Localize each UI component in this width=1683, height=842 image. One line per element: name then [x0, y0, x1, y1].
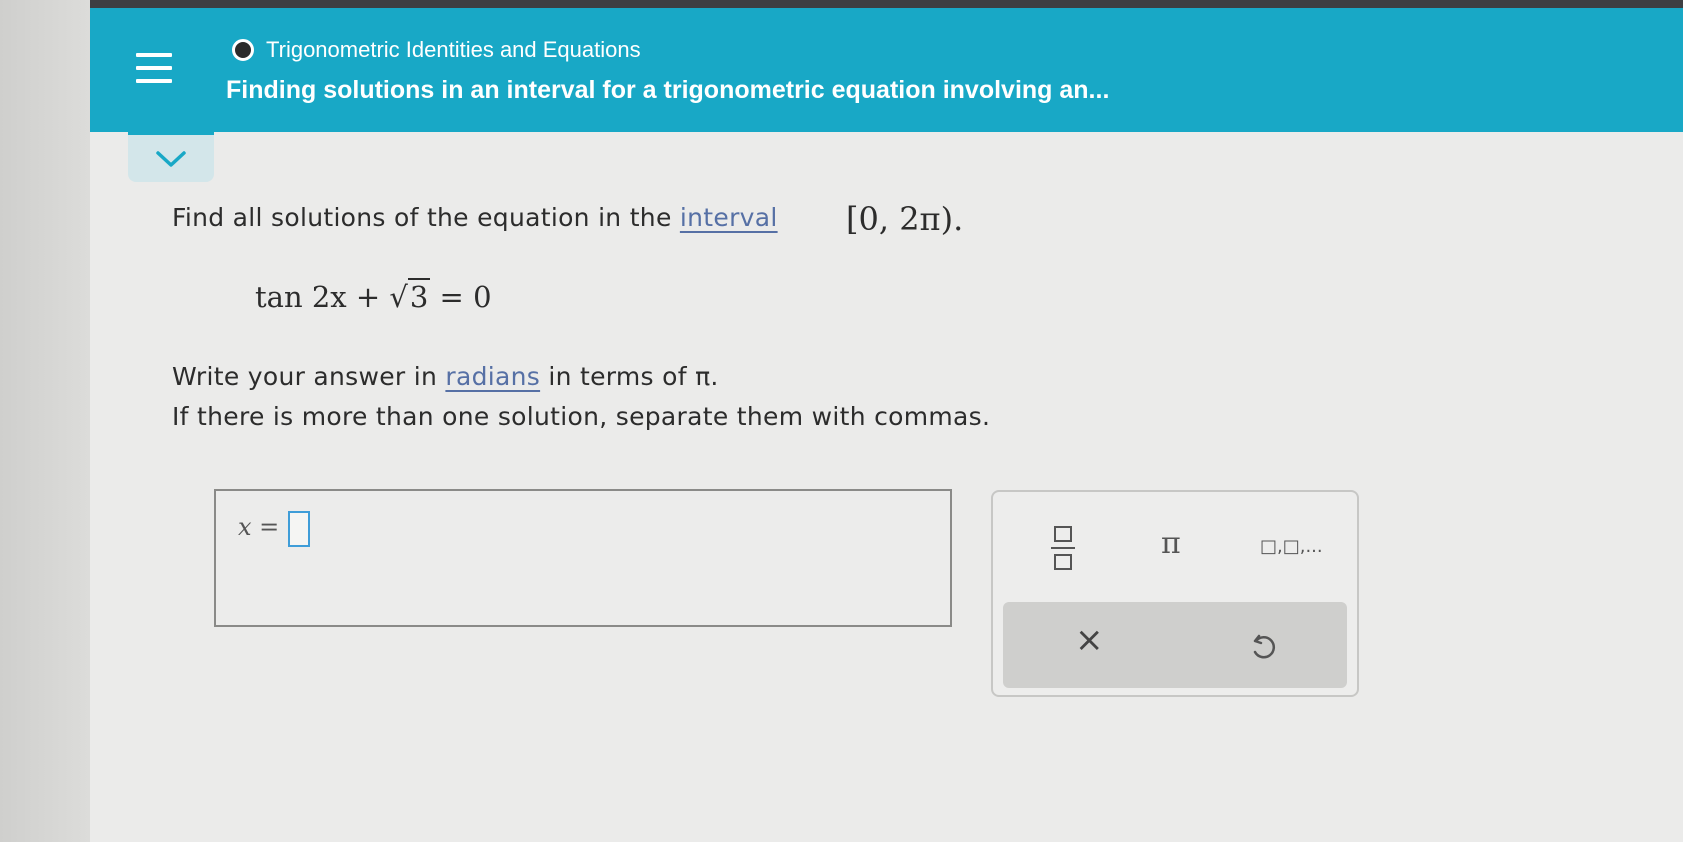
instruction-line-1: Write your answer in radians in terms of… [172, 362, 719, 391]
interval-link[interactable]: interval [680, 203, 778, 232]
answer-box[interactable]: x = [214, 489, 952, 627]
list-button[interactable]: □,□,... [1260, 536, 1323, 557]
radians-link[interactable]: radians [445, 362, 540, 391]
action-row: × [1003, 602, 1347, 688]
equation-radicand: 3 [407, 278, 431, 314]
header-bar [90, 8, 1683, 132]
pi-button[interactable]: π [1161, 526, 1181, 561]
answer-input[interactable] [288, 511, 310, 547]
collapse-button[interactable] [128, 132, 214, 182]
equation: tan 2x + √3 = 0 [255, 278, 492, 314]
equation-left: tan 2x + [255, 280, 390, 314]
menu-icon[interactable] [136, 53, 172, 83]
interval-expression: [0, 2π). [846, 200, 964, 238]
undo-icon [1253, 634, 1276, 659]
chevron-down-icon [156, 151, 186, 167]
left-bezel [0, 0, 90, 842]
fraction-button[interactable] [1049, 522, 1079, 578]
equation-right: = 0 [430, 280, 492, 314]
fraction-icon [1054, 526, 1072, 542]
instruction-line-2: If there is more than one solution, sepa… [172, 402, 991, 431]
topic-status-icon [232, 39, 254, 61]
problem-title: Finding solutions in an interval for a t… [226, 76, 1110, 104]
question-prompt: Find all solutions of the equation in th… [172, 203, 778, 232]
topic-title: Trigonometric Identities and Equations [266, 37, 641, 62]
content-area [90, 132, 1683, 842]
instruction-prefix: Write your answer in [172, 362, 446, 391]
clear-button[interactable]: × [1075, 620, 1104, 660]
top-strip [90, 0, 1683, 8]
answer-variable-label: x = [238, 513, 280, 541]
instruction-suffix: in terms of π. [540, 362, 719, 391]
math-toolbar: π □,□,... × [991, 490, 1359, 697]
question-prompt-text: Find all solutions of the equation in th… [172, 203, 680, 232]
undo-button[interactable] [1250, 632, 1278, 666]
